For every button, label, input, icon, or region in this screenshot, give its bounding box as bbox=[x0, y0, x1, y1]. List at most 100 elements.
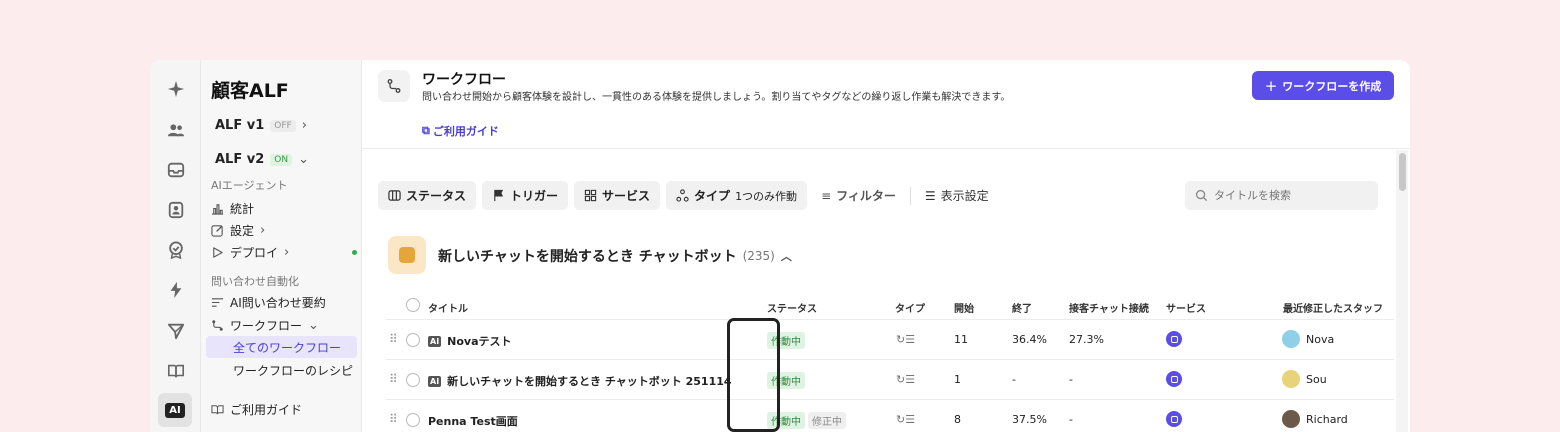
group-title: 新しいチャットを開始するとき チャットボット bbox=[438, 249, 737, 265]
chevron-down-icon: ⌄ bbox=[308, 318, 319, 333]
section-automation: 問い合わせ自動化 bbox=[211, 275, 299, 288]
row-title[interactable]: AI 新しいチャットを開始するとき チャットボット 251114 bbox=[428, 373, 732, 389]
service-filter-label: サービス bbox=[602, 189, 651, 203]
status-dot bbox=[352, 250, 357, 255]
sidebar-item-guide[interactable]: ご利用ガイド bbox=[211, 401, 357, 418]
alf-v1-item[interactable]: ALF v1 OFF › bbox=[215, 118, 307, 133]
edit-icon bbox=[211, 225, 223, 237]
col-staff[interactable]: 最近修正したスタッフ bbox=[1283, 300, 1383, 315]
row-staff: Nova bbox=[1306, 333, 1335, 346]
sidebar-item-label: ご利用ガイド bbox=[230, 403, 303, 417]
alf-v2-item[interactable]: ALF v2 ON ⌄ bbox=[215, 152, 309, 167]
scrollbar[interactable] bbox=[1396, 150, 1408, 432]
sidebar-item-label: ワークフロー bbox=[230, 319, 303, 333]
row-start: 11 bbox=[954, 333, 968, 346]
inbox-icon[interactable] bbox=[162, 156, 189, 183]
workflow-icon bbox=[378, 70, 410, 102]
row-staff: Richard bbox=[1306, 413, 1348, 426]
search-box[interactable] bbox=[1185, 181, 1378, 210]
col-status[interactable]: ステータス bbox=[767, 300, 817, 315]
row-start: 1 bbox=[954, 373, 961, 386]
col-end[interactable]: 終了 bbox=[1012, 300, 1032, 315]
col-title[interactable]: タイトル bbox=[428, 300, 468, 315]
alf-v1-label: ALF v1 bbox=[215, 118, 265, 133]
filter-icon: ≡ bbox=[821, 188, 832, 203]
sidebar-item-label: AI問い合わせ要約 bbox=[230, 296, 326, 310]
search-input[interactable] bbox=[1214, 189, 1364, 202]
sidebar-item-label: 統計 bbox=[230, 202, 255, 216]
row-title[interactable]: Penna Test画面 bbox=[428, 413, 518, 429]
drag-handle-icon[interactable]: ⠿ bbox=[389, 412, 398, 426]
sidebar-item-summary[interactable]: AI問い合わせ要約 bbox=[211, 294, 357, 311]
users-icon[interactable] bbox=[162, 116, 189, 143]
list-icon: ☰ bbox=[924, 188, 936, 203]
service-icon bbox=[1166, 371, 1182, 387]
col-type[interactable]: タイプ bbox=[895, 300, 925, 315]
display-settings-label: 表示設定 bbox=[940, 189, 989, 203]
send-icon[interactable] bbox=[162, 317, 189, 344]
table-row[interactable]: ⠿ Penna Test画面 作動中 修正中 ↻☰ 8 37.5% - Richa… bbox=[386, 400, 1394, 432]
col-handoff[interactable]: 接客チャット接続 bbox=[1069, 300, 1149, 315]
lightning-icon[interactable] bbox=[162, 276, 189, 303]
sidebar-item-all-workflows[interactable]: 全てのワークフロー bbox=[206, 336, 357, 358]
chevron-right-icon: › bbox=[301, 118, 307, 133]
editing-badge: 修正中 bbox=[808, 412, 846, 429]
drag-handle-icon[interactable]: ⠿ bbox=[389, 372, 398, 386]
type-icon: ↻☰ bbox=[896, 413, 916, 426]
book-icon[interactable] bbox=[162, 357, 189, 384]
sidebar-item-workflow[interactable]: ワークフロー ⌄ bbox=[211, 317, 357, 334]
row-end: - bbox=[1012, 373, 1016, 386]
nodes-icon bbox=[676, 189, 689, 202]
select-all-checkbox[interactable] bbox=[406, 298, 420, 312]
col-service[interactable]: サービス bbox=[1166, 300, 1206, 315]
type-filter-label: タイプ bbox=[694, 189, 731, 203]
grid-icon bbox=[584, 189, 597, 202]
row-start: 8 bbox=[954, 413, 961, 426]
row-checkbox[interactable] bbox=[406, 373, 420, 387]
ai-agent-icon[interactable]: AI bbox=[158, 393, 192, 427]
type-filter-button[interactable]: タイプ 1つのみ作動 bbox=[666, 181, 808, 210]
row-end: 36.4% bbox=[1012, 333, 1047, 346]
sparkle-icon[interactable] bbox=[162, 75, 189, 102]
chevron-down-icon: ⌄ bbox=[298, 152, 310, 167]
sidebar-item-settings[interactable]: 設定 › bbox=[211, 222, 357, 239]
search-icon bbox=[1195, 189, 1208, 202]
on-badge: ON bbox=[270, 153, 293, 166]
contact-card-icon[interactable] bbox=[162, 196, 189, 223]
row-checkbox[interactable] bbox=[406, 413, 420, 427]
group-header[interactable]: 新しいチャットを開始するとき チャットボット (235) ︿ bbox=[438, 246, 792, 266]
off-badge: OFF bbox=[270, 119, 296, 132]
display-settings-button[interactable]: ☰ 表示設定 bbox=[917, 181, 997, 210]
flag-icon bbox=[494, 189, 504, 202]
toolbar-divider bbox=[909, 186, 911, 205]
table-row[interactable]: ⠿ AI Novaテスト 作動中 ↻☰ 11 36.4% 27.3% Nova bbox=[386, 320, 1394, 360]
guide-link[interactable]: ⧉ ご利用ガイド bbox=[422, 123, 499, 139]
col-start[interactable]: 開始 bbox=[954, 300, 974, 315]
chevron-right-icon: › bbox=[260, 223, 266, 238]
sidebar-item-deploy[interactable]: デプロイ › bbox=[211, 244, 357, 261]
sidebar-item-label: デプロイ bbox=[230, 246, 279, 260]
avatar bbox=[1282, 410, 1300, 428]
drag-handle-icon[interactable]: ⠿ bbox=[389, 332, 398, 346]
type-icon: ↻☰ bbox=[896, 333, 916, 346]
trigger-filter-button[interactable]: トリガー bbox=[482, 181, 569, 210]
badge-check-icon[interactable] bbox=[162, 236, 189, 263]
table-row[interactable]: ⠿ AI 新しいチャットを開始するとき チャットボット 251114 作動中 ↻☰… bbox=[386, 360, 1394, 400]
row-staff: Sou bbox=[1306, 373, 1327, 386]
row-title[interactable]: AI Novaテスト bbox=[428, 333, 512, 349]
avatar bbox=[1282, 330, 1300, 348]
filter-button[interactable]: ≡ フィルター bbox=[813, 181, 904, 210]
group-count: (235) bbox=[742, 249, 775, 263]
chatbot-group-icon bbox=[388, 236, 426, 274]
sidebar-item-stats[interactable]: 統計 bbox=[211, 200, 357, 217]
sidebar-item-workflow-recipes[interactable]: ワークフローのレシピ bbox=[206, 359, 357, 381]
create-workflow-button[interactable]: + ワークフローを作成 bbox=[1252, 71, 1394, 100]
row-checkbox[interactable] bbox=[406, 333, 420, 347]
chevron-up-icon[interactable]: ︿ bbox=[781, 248, 792, 264]
status-filter-button[interactable]: ステータス bbox=[378, 181, 477, 210]
service-filter-button[interactable]: サービス bbox=[574, 181, 661, 210]
scrollbar-thumb[interactable] bbox=[1399, 153, 1406, 191]
type-icon: ↻☰ bbox=[896, 373, 916, 386]
book-icon bbox=[211, 405, 224, 415]
service-icon bbox=[1166, 331, 1182, 347]
